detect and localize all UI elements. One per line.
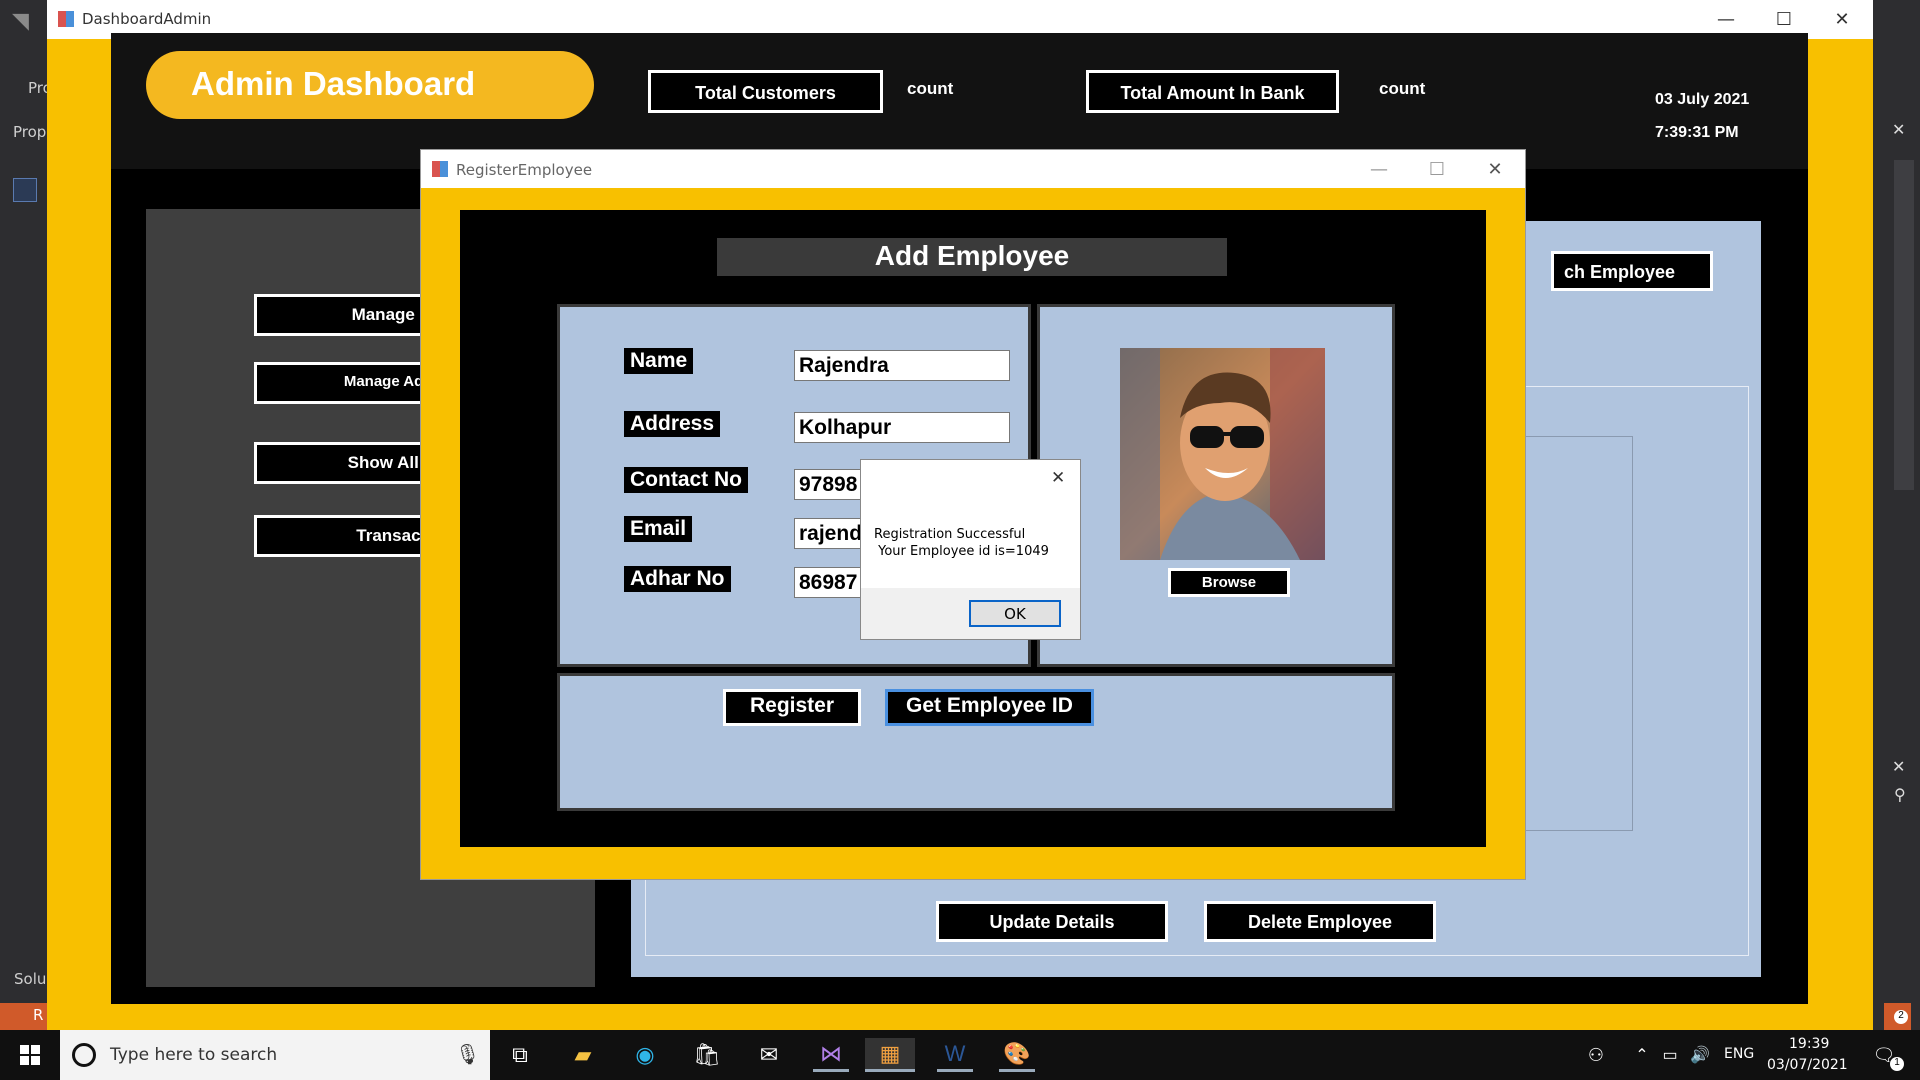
vs-text-3: Solu [14, 970, 47, 988]
edge-icon[interactable]: ◉ [627, 1038, 663, 1072]
language-indicator[interactable]: ENG [1724, 1046, 1754, 1062]
scrollbar-track[interactable] [1894, 160, 1914, 490]
word-icon[interactable]: W [937, 1038, 973, 1072]
date-label: 03 July 2021 [1655, 91, 1750, 108]
register-window-title: RegisterEmployee [456, 161, 593, 179]
close-button[interactable]: ✕ [1466, 150, 1524, 188]
close-button[interactable]: ✕ [1813, 0, 1871, 39]
close-icon[interactable]: ✕ [1892, 120, 1905, 140]
search-employee-button[interactable]: ch Employee [1551, 251, 1713, 291]
browse-button[interactable]: Browse [1168, 568, 1290, 597]
contact-label: Contact No [624, 467, 748, 493]
name-field[interactable]: Rajendra [794, 350, 1010, 381]
properties-icon[interactable] [13, 178, 37, 202]
total-customers-count: count [907, 79, 954, 98]
page-title: Admin Dashboard [146, 51, 594, 119]
delete-employee-button[interactable]: Delete Employee [1204, 901, 1436, 942]
message-box: ✕ Registration Successful Your Employee … [860, 459, 1081, 640]
register-button[interactable]: Register [723, 689, 861, 726]
vs-left-strip: ◥ Pro Prop Solu R [0, 0, 52, 1030]
clock-date[interactable]: 03/07/2021 [1767, 1057, 1848, 1073]
visual-studio-icon: ◥ [12, 8, 29, 33]
windows-start-icon[interactable] [12, 1038, 48, 1072]
email-label: Email [624, 516, 693, 542]
minimize-button[interactable]: — [1350, 150, 1408, 188]
people-icon[interactable]: ⚇ [1578, 1038, 1614, 1072]
search-icon[interactable]: ⚲ [1894, 785, 1906, 805]
close-icon[interactable]: ✕ [1892, 757, 1905, 777]
winforms-app-icon[interactable]: ▦ [865, 1038, 915, 1072]
app-icon [432, 161, 448, 177]
name-label: Name [624, 348, 694, 374]
address-field[interactable]: Kolhapur [794, 412, 1010, 443]
store-icon[interactable]: 🛍 [689, 1038, 725, 1072]
total-amount-button[interactable]: Total Amount In Bank [1086, 70, 1339, 113]
vs-text-4: R [33, 1006, 44, 1024]
search-placeholder: Type here to search [110, 1045, 278, 1065]
notification-count: 1 [1890, 1057, 1904, 1071]
visual-studio-taskbar-icon[interactable]: ⋈ [813, 1038, 849, 1072]
total-customers-button[interactable]: Total Customers [648, 70, 883, 113]
total-amount-count: count [1379, 79, 1426, 98]
close-icon[interactable]: ✕ [1051, 468, 1065, 488]
ok-button[interactable]: OK [969, 600, 1061, 627]
clock-time[interactable]: 19:39 [1789, 1036, 1829, 1052]
cortana-icon [72, 1043, 96, 1067]
paint-icon[interactable]: 🎨 [999, 1038, 1035, 1072]
photo-panel: Browse [1037, 304, 1395, 667]
vs-notification-count: 2 [1894, 1010, 1908, 1024]
window-title: DashboardAdmin [82, 10, 212, 28]
mail-icon[interactable]: ✉ [751, 1038, 787, 1072]
taskbar: Type here to search 🎙 ⧉ ▰ ◉ 🛍 ✉ ⋈ ▦ W 🎨 … [0, 1030, 1920, 1080]
message-line-1: Registration Successful [874, 527, 1026, 542]
file-explorer-icon[interactable]: ▰ [565, 1038, 601, 1072]
microphone-icon[interactable]: 🎙 [455, 1042, 480, 1067]
vs-right-strip: ✕ ✕ ⚲ 2 [1872, 0, 1920, 1030]
add-employee-heading: Add Employee [717, 238, 1227, 276]
address-label: Address [624, 411, 721, 437]
maximize-button[interactable]: ☐ [1408, 150, 1466, 188]
volume-icon[interactable]: 🔊 [1682, 1038, 1718, 1072]
message-line-2: Your Employee id is=1049 [874, 544, 1049, 559]
time-label: 7:39:31 PM [1655, 124, 1739, 141]
update-details-button[interactable]: Update Details [936, 901, 1168, 942]
adhar-label: Adhar No [624, 566, 731, 592]
task-view-icon[interactable]: ⧉ [502, 1038, 538, 1072]
register-titlebar: RegisterEmployee — ☐ ✕ [421, 150, 1525, 188]
button-panel: Register Get Employee ID [557, 673, 1395, 811]
get-employee-id-button[interactable]: Get Employee ID [885, 689, 1094, 726]
taskbar-search[interactable]: Type here to search 🎙 [60, 1030, 490, 1080]
app-icon [58, 11, 74, 27]
employee-photo [1120, 348, 1325, 560]
vs-text-2: Prop [13, 123, 47, 141]
